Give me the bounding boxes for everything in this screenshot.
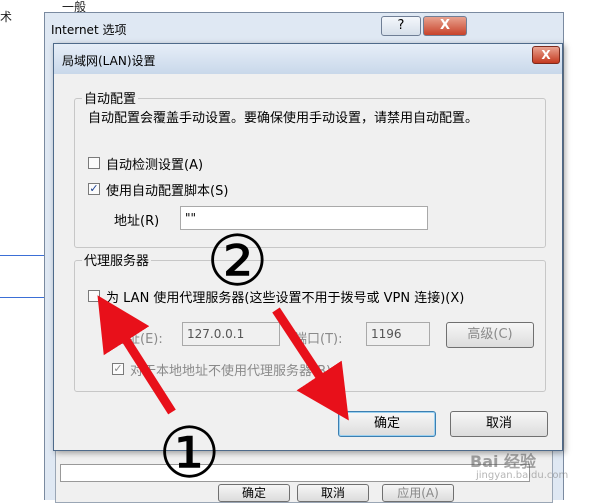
outer-apply-button[interactable]: 应用(A) — [382, 484, 454, 502]
outer-close-button[interactable]: X — [423, 16, 467, 36]
proxy-port-input[interactable]: 1196 — [366, 322, 430, 346]
proxy-port-label: 端口(T): — [294, 332, 343, 347]
use-script-checkbox[interactable]: ✓ — [88, 183, 100, 195]
lan-dialog-title: 局域网(LAN)设置 — [62, 54, 156, 68]
outer-ok-button[interactable]: 确定 — [218, 484, 290, 502]
use-script-label: 使用自动配置脚本(S) — [106, 184, 229, 199]
lan-ok-button[interactable]: 确定 — [338, 411, 436, 437]
help-button[interactable]: ? — [381, 16, 421, 36]
bypass-local-checkbox[interactable]: ✓ — [112, 363, 124, 375]
auto-detect-checkbox[interactable] — [88, 157, 100, 169]
background-text-left: 术 — [0, 10, 13, 24]
script-address-label: 地址(R) — [114, 214, 160, 229]
proxy-address-label: 地址(E): — [114, 332, 163, 347]
background-line — [0, 255, 48, 256]
outer-cancel-button[interactable]: 取消 — [297, 484, 369, 502]
lan-settings-dialog: 局域网(LAN)设置 X 自动配置 自动配置会覆盖手动设置。要确保使用手动设置，… — [53, 43, 563, 451]
step-1-marker: ① — [158, 412, 221, 494]
step-2-marker: ② — [206, 220, 269, 302]
watermark-url: jingyan.baidu.com — [476, 470, 569, 481]
lan-close-button[interactable]: X — [532, 46, 560, 64]
auto-detect-label: 自动检测设置(A) — [106, 158, 204, 173]
internet-options-title: Internet 选项 — [51, 23, 127, 37]
lan-cancel-button[interactable]: 取消 — [450, 411, 548, 437]
use-proxy-label: 为 LAN 使用代理服务器(这些设置不用于拨号或 VPN 连接)(X) — [106, 291, 465, 306]
bypass-local-label: 对于本地地址不使用代理服务器(B) — [130, 364, 332, 379]
proxy-address-input[interactable]: 127.0.0.1 — [182, 322, 280, 346]
advanced-button[interactable]: 高级(C) — [446, 322, 534, 348]
auto-config-title: 自动配置 — [82, 88, 139, 107]
background-line — [0, 297, 48, 298]
lan-titlebar: 局域网(LAN)设置 X — [54, 44, 562, 74]
watermark-logo: Bai 经验 — [470, 452, 537, 471]
use-proxy-checkbox[interactable] — [88, 290, 100, 302]
auto-config-description: 自动配置会覆盖手动设置。要确保使用手动设置，请禁用自动配置。 — [88, 111, 479, 126]
proxy-group-title: 代理服务器 — [82, 250, 152, 269]
connections-list[interactable] — [60, 464, 530, 482]
